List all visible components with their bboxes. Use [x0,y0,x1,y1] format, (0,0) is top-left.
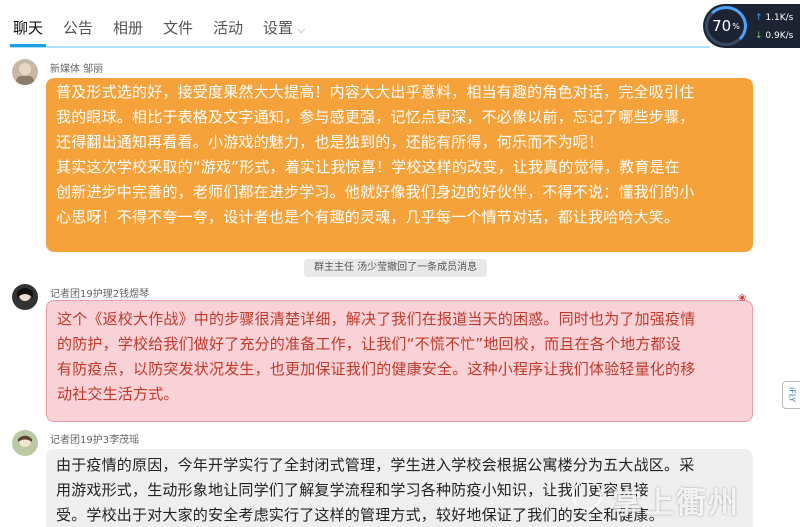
watermark-logo-icon [572,480,602,510]
network-speed-widget[interactable]: 70% ↑ 1.1K/s ↓ 0.9K/s [703,4,800,48]
divider [10,46,710,48]
avatar[interactable] [12,59,38,85]
tab-announcement[interactable]: 公告 [63,17,93,38]
tab-album[interactable]: 相册 [113,17,143,38]
tab-chat[interactable]: 聊天 [13,17,43,38]
watermark: 掌上衢州 [612,486,740,521]
side-tag[interactable]: iFLY [782,381,800,409]
tab-settings-label: 设置 [263,19,294,37]
tab-activities[interactable]: 活动 [213,17,243,38]
arrow-down-icon: ↓ [755,31,763,41]
message-line: 我的眼球。相比于表格及文字通知，参与感更强，记忆点更深，不必像以前，忘记了哪些步… [56,108,695,126]
message-line: 心思呀！不得不夸一夸，设计者也是个有趣的灵魂，几乎每一个情节对话，都让我哈哈大笑… [56,208,680,226]
message-line: 还得翻出通知再看看。小游戏的魅力，也是独到的，还能有所得，何乐而不为呢！ [56,133,604,151]
memory-usage-gauge: 70% [705,6,747,46]
upload-speed: ↑ 1.1K/s [755,13,793,23]
message-bubble[interactable]: 普及形式选的好，接受度果然大大提高！内容大大出乎意料，相当有趣的角色对话，完全吸… [46,78,753,252]
sender-name: 记者团19护3李茂瑶 [50,435,140,446]
system-note: 群主主任 汤少莹撤回了一条成员消息 [304,259,488,277]
bubble-decoration-icon: ❀ [738,293,747,304]
sender-name: 新媒体 邹丽 [50,64,104,75]
chevron-down-icon: ⌵ [297,23,306,36]
active-tab-indicator [10,44,46,47]
message-line: 这个《返校大作战》中的步骤很清楚详细，解决了我们在报道当天的困惑。同时也为了加强… [57,310,696,328]
download-speed: ↓ 0.9K/s [755,31,793,41]
message-line: 的防护，学校给我们做好了充分的准备工作，让我们“不慌不忙”地回校，而且在各个地方… [57,335,681,353]
message-line: 有防疫点，以防突发状况发生，也更加保证我们的健康安全。这种小程序让我们体验轻量化… [57,360,696,378]
message-line: 其实这次学校采取的“游戏”形式，着实让我惊喜！学校这样的改变，让我真的觉得，教育… [56,158,680,176]
usage-percent-unit: % [732,21,740,31]
usage-percent: 70 [712,17,732,35]
download-speed-value: 0.9K/s [765,31,794,41]
tab-bar: 聊天 公告 相册 文件 活动 设置 ⌵ [0,0,800,50]
avatar[interactable] [12,430,38,456]
message-bubble[interactable]: 这个《返校大作战》中的步骤很清楚详细，解决了我们在报道当天的困惑。同时也为了加强… [46,300,753,422]
avatar[interactable] [12,284,38,310]
message-line: 普及形式选的好，接受度果然大大提高！内容大大出乎意料，相当有趣的角色对话，完全吸… [56,83,695,101]
sender-name: 记者团19护理2钱煜琴 [50,289,150,300]
upload-speed-value: 1.1K/s [765,13,794,23]
message-line: 创新进步中完善的，老师们都在进步学习。他就好像我们身边的好伙伴，不得不说：懂我们… [56,183,695,201]
tab-settings[interactable]: 设置 ⌵ [263,17,305,38]
message-line: 动社交生活方式。 [57,385,179,403]
tab-files[interactable]: 文件 [163,17,193,38]
message-line: 由于疫情的原因，今年开学实行了全封闭式管理，学生进入学校会根据公寓楼分为五大战区… [56,456,695,474]
arrow-up-icon: ↑ [755,13,763,23]
